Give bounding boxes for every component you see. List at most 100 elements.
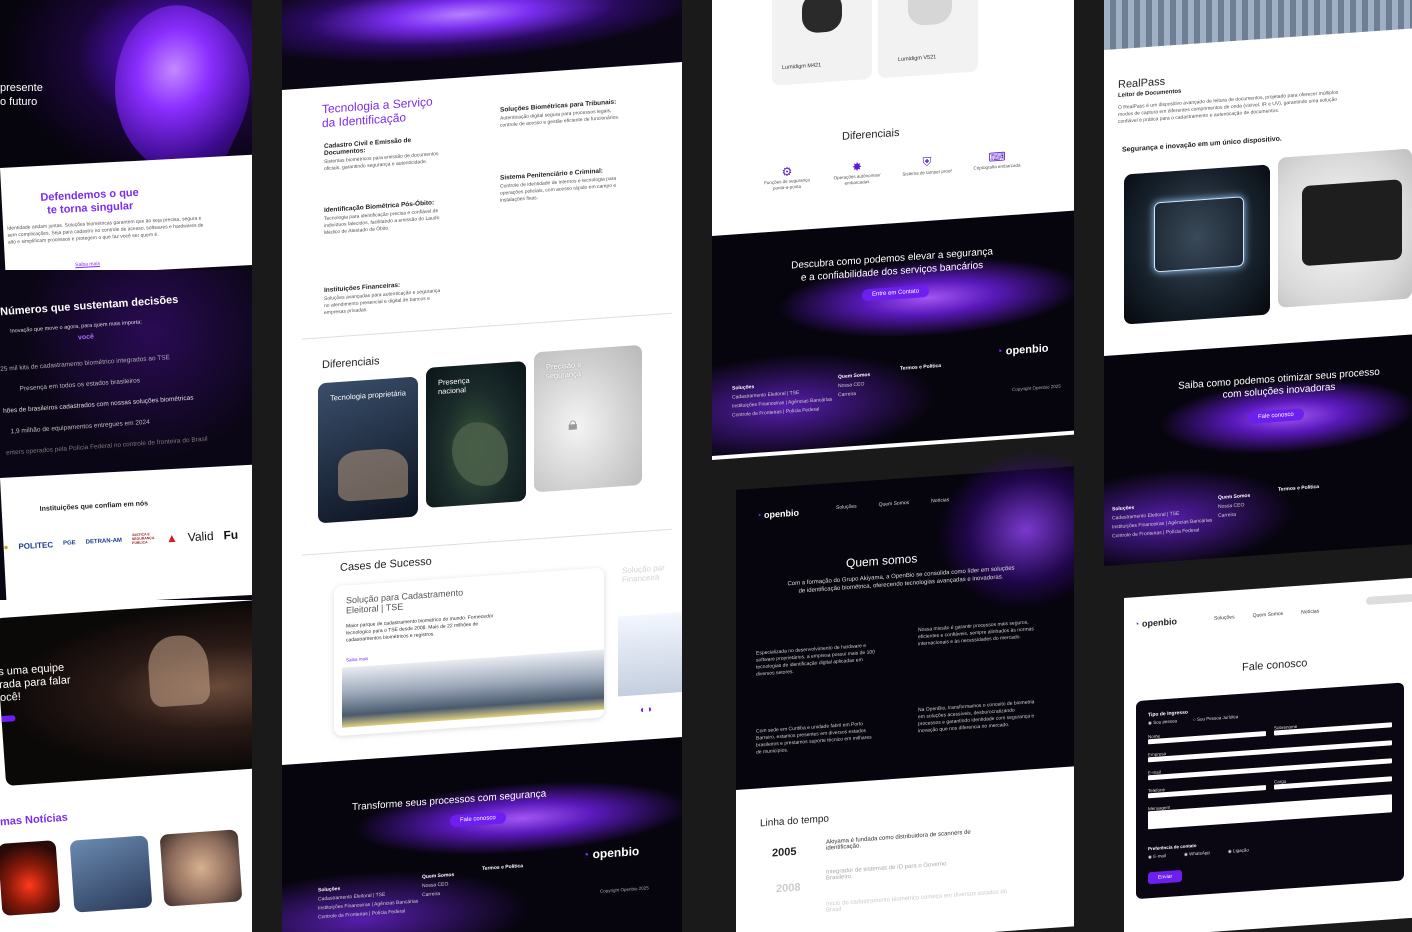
logo-valid: Valid: [187, 528, 214, 545]
trust-section: Instituições que confiam em nós ● POLITE…: [0, 463, 252, 608]
case-card-next[interactable]: Solução par Financeira: [614, 551, 682, 707]
page-solutions-mockup: Tecnologia a Serviço da Identificação Ca…: [252, 0, 682, 932]
footer-link[interactable]: Carreira: [1218, 510, 1250, 521]
form-fields: Nome Sobrenome Empresa E-mail Telefone C…: [1148, 717, 1392, 830]
cta-button[interactable]: Fale conosco: [450, 811, 506, 828]
logo-mark-icon: ◔: [582, 847, 590, 863]
about-block: Com sede em Curitiba e unidade fabril em…: [756, 721, 872, 756]
about-page-surface: ◔ openbio Soluções Quem Somos Notícias Q…: [736, 443, 1074, 932]
numbers-subtitle: Inovação que move o agora, para quem mai…: [9, 319, 143, 335]
team-title: s uma equipe rada para falar ocê!: [0, 661, 72, 705]
product-tagline: Segurança e inovação em um único disposi…: [1122, 135, 1282, 154]
nav-quem-somos[interactable]: Quem Somos: [879, 500, 910, 508]
logos-row: ● POLITEC PGE DETRAN-AM JUSTIÇA E SEGURA…: [3, 528, 238, 554]
news-card-image[interactable]: [69, 835, 153, 913]
product-card[interactable]: Lumidigm M421: [772, 0, 872, 86]
footer-link[interactable]: Carreira: [838, 389, 870, 400]
nav-solucoes[interactable]: Soluções: [836, 504, 857, 511]
defend-body: Identidade andam juntas. Soluções biomét…: [7, 215, 204, 246]
diff-title: Diferenciais: [322, 355, 380, 372]
numbers-title: Números que sustentam decisões: [0, 293, 179, 319]
stats-list: 25 mil kits de cadastramento biométrico …: [0, 348, 252, 457]
news-title: mas Notícias: [0, 811, 69, 829]
team-cta-button[interactable]: [0, 715, 16, 723]
cases-title: Cases de Sucesso: [340, 555, 432, 574]
product-label: Lumidigm M421: [782, 62, 822, 72]
case-card[interactable]: Solução para Cadastramento Eleitoral | T…: [334, 567, 604, 737]
radio-option[interactable]: ◉ Ligação: [1228, 847, 1249, 854]
news-card-image[interactable]: [159, 829, 243, 907]
radio-option[interactable]: ◉ Sou pessoa: [1148, 718, 1177, 726]
scanner-glow-frame: [1154, 196, 1244, 273]
stat-item: 25 mil kits de cadastramento biométrico …: [0, 354, 171, 373]
cta-button[interactable]: Fale conosco: [1248, 408, 1304, 424]
diff-title: Diferenciais: [842, 126, 900, 143]
radio-option[interactable]: ◉ WhatsApp: [1184, 850, 1210, 858]
mockup-stage: presente o futuro Defendemos o que te to…: [0, 0, 1412, 932]
footer-solutions: Soluções Cadastramento Eleitoral | TSE I…: [318, 879, 418, 922]
case-building-image: [618, 611, 682, 697]
footer-solutions: Soluções Cadastramento Eleitoral | TSE I…: [1112, 498, 1212, 541]
timeline-text: Akiyama é fundada como distribuidora de …: [826, 829, 971, 852]
nav-quem-somos[interactable]: Quem Somos: [1253, 611, 1284, 619]
logo-mark-icon: ◔: [1134, 618, 1140, 630]
logo-fu: Fu: [223, 527, 239, 543]
about-glow: [936, 443, 1074, 617]
realpass-image-light: [1278, 148, 1412, 308]
timeline-text: Início do cadastramento biométrico começ…: [826, 889, 1008, 914]
nav-noticias[interactable]: Notícias: [1301, 608, 1319, 615]
radio-option[interactable]: ◉ E-mail: [1148, 853, 1166, 860]
logo-pge: PGE: [62, 540, 76, 547]
service-item: Sistema Penitenciário e Criminal: Contro…: [500, 166, 620, 204]
footer-terms-link[interactable]: Termos e Política: [900, 362, 941, 374]
carousel-arrows-icon[interactable]: ◐◑: [640, 704, 652, 716]
page-realpass-mockup: RealPass Leitor de Documentos O RealPass…: [1074, 0, 1412, 932]
search-bar[interactable]: [1366, 593, 1412, 606]
form-field: Sobrenome: [1274, 717, 1392, 736]
footer-logo: ◔ openbio: [996, 342, 1049, 358]
team-section: s uma equipe rada para falar ocê!: [0, 598, 252, 800]
saiba-mais-link[interactable]: Saiba mais: [75, 261, 100, 268]
news-card-image[interactable]: [0, 840, 61, 916]
diff-card-precision[interactable]: Precisão e segurança 🔒︎: [534, 344, 642, 493]
logo-mark-icon: ◔: [756, 510, 762, 521]
team-photo-card: s uma equipe rada para falar ocê!: [0, 598, 252, 786]
tech-title: Tecnologia a Serviço da Identificação: [322, 94, 433, 130]
diff-card-tech[interactable]: Tecnologia proprietária: [318, 376, 418, 524]
logo-text: openbio: [763, 507, 799, 521]
nav-noticias[interactable]: Notícias: [931, 497, 949, 504]
timeline-title: Linha do tempo: [760, 813, 829, 830]
header-nav: Soluções Quem Somos Notícias: [836, 497, 949, 511]
diff-card-presence[interactable]: Presença nacional: [426, 360, 526, 508]
logo-badge: ●: [3, 542, 9, 552]
diff-card-label: Presença nacional: [438, 375, 470, 396]
footer-terms-link[interactable]: Termos e Política: [1278, 483, 1319, 495]
contact-title: Fale conosco: [1242, 657, 1308, 674]
cta-section: Saiba como podemos otimizar seus process…: [1104, 334, 1412, 566]
service-item: Soluções Biométricas para Tribunais: Aut…: [500, 98, 620, 129]
submit-button[interactable]: Enviar: [1148, 869, 1183, 885]
header-logo[interactable]: ◔ openbio: [1134, 616, 1177, 629]
footer-about: Quem Somos Nossa CEO Carreira: [838, 371, 870, 400]
footer-link[interactable]: Carreira: [422, 889, 454, 900]
feature-item: ⌨ Criptografia embarcada: [972, 148, 1022, 178]
header-logo[interactable]: ◔ openbio: [756, 508, 799, 521]
timeline-text: Integrador de sistemas de ID para o Gove…: [826, 861, 947, 882]
scanner-device: [1302, 179, 1402, 267]
product-card[interactable]: Lumidigm V521: [878, 0, 978, 79]
logo-politec: POLITEC: [18, 539, 54, 551]
nav-solucoes[interactable]: Soluções: [1214, 614, 1235, 621]
timeline-year: 2005: [772, 845, 797, 860]
case-link[interactable]: Saiba mais: [346, 656, 368, 663]
cta-button[interactable]: Entre em Contato: [862, 284, 930, 302]
diff-card-label: Precisão e segurança: [546, 360, 582, 381]
hero-title-line2: o futuro: [0, 95, 38, 108]
footer-terms-link[interactable]: Termos e Política: [482, 862, 523, 874]
about-block: Na OpenBio, transformamos o conceito de …: [918, 699, 1035, 735]
form-field: Telefone: [1148, 780, 1266, 799]
radio-option[interactable]: ○ Sou Pessoa Jurídica: [1193, 714, 1238, 723]
features-row: ⚙ Funções de segurança ponta-a-ponta ✸ Ope…: [762, 148, 1022, 193]
realpass-page-surface: RealPass Leitor de Documentos O RealPass…: [1104, 0, 1412, 566]
hero-title: presente o futuro: [0, 82, 43, 110]
logo-text: openbio: [1005, 342, 1049, 358]
